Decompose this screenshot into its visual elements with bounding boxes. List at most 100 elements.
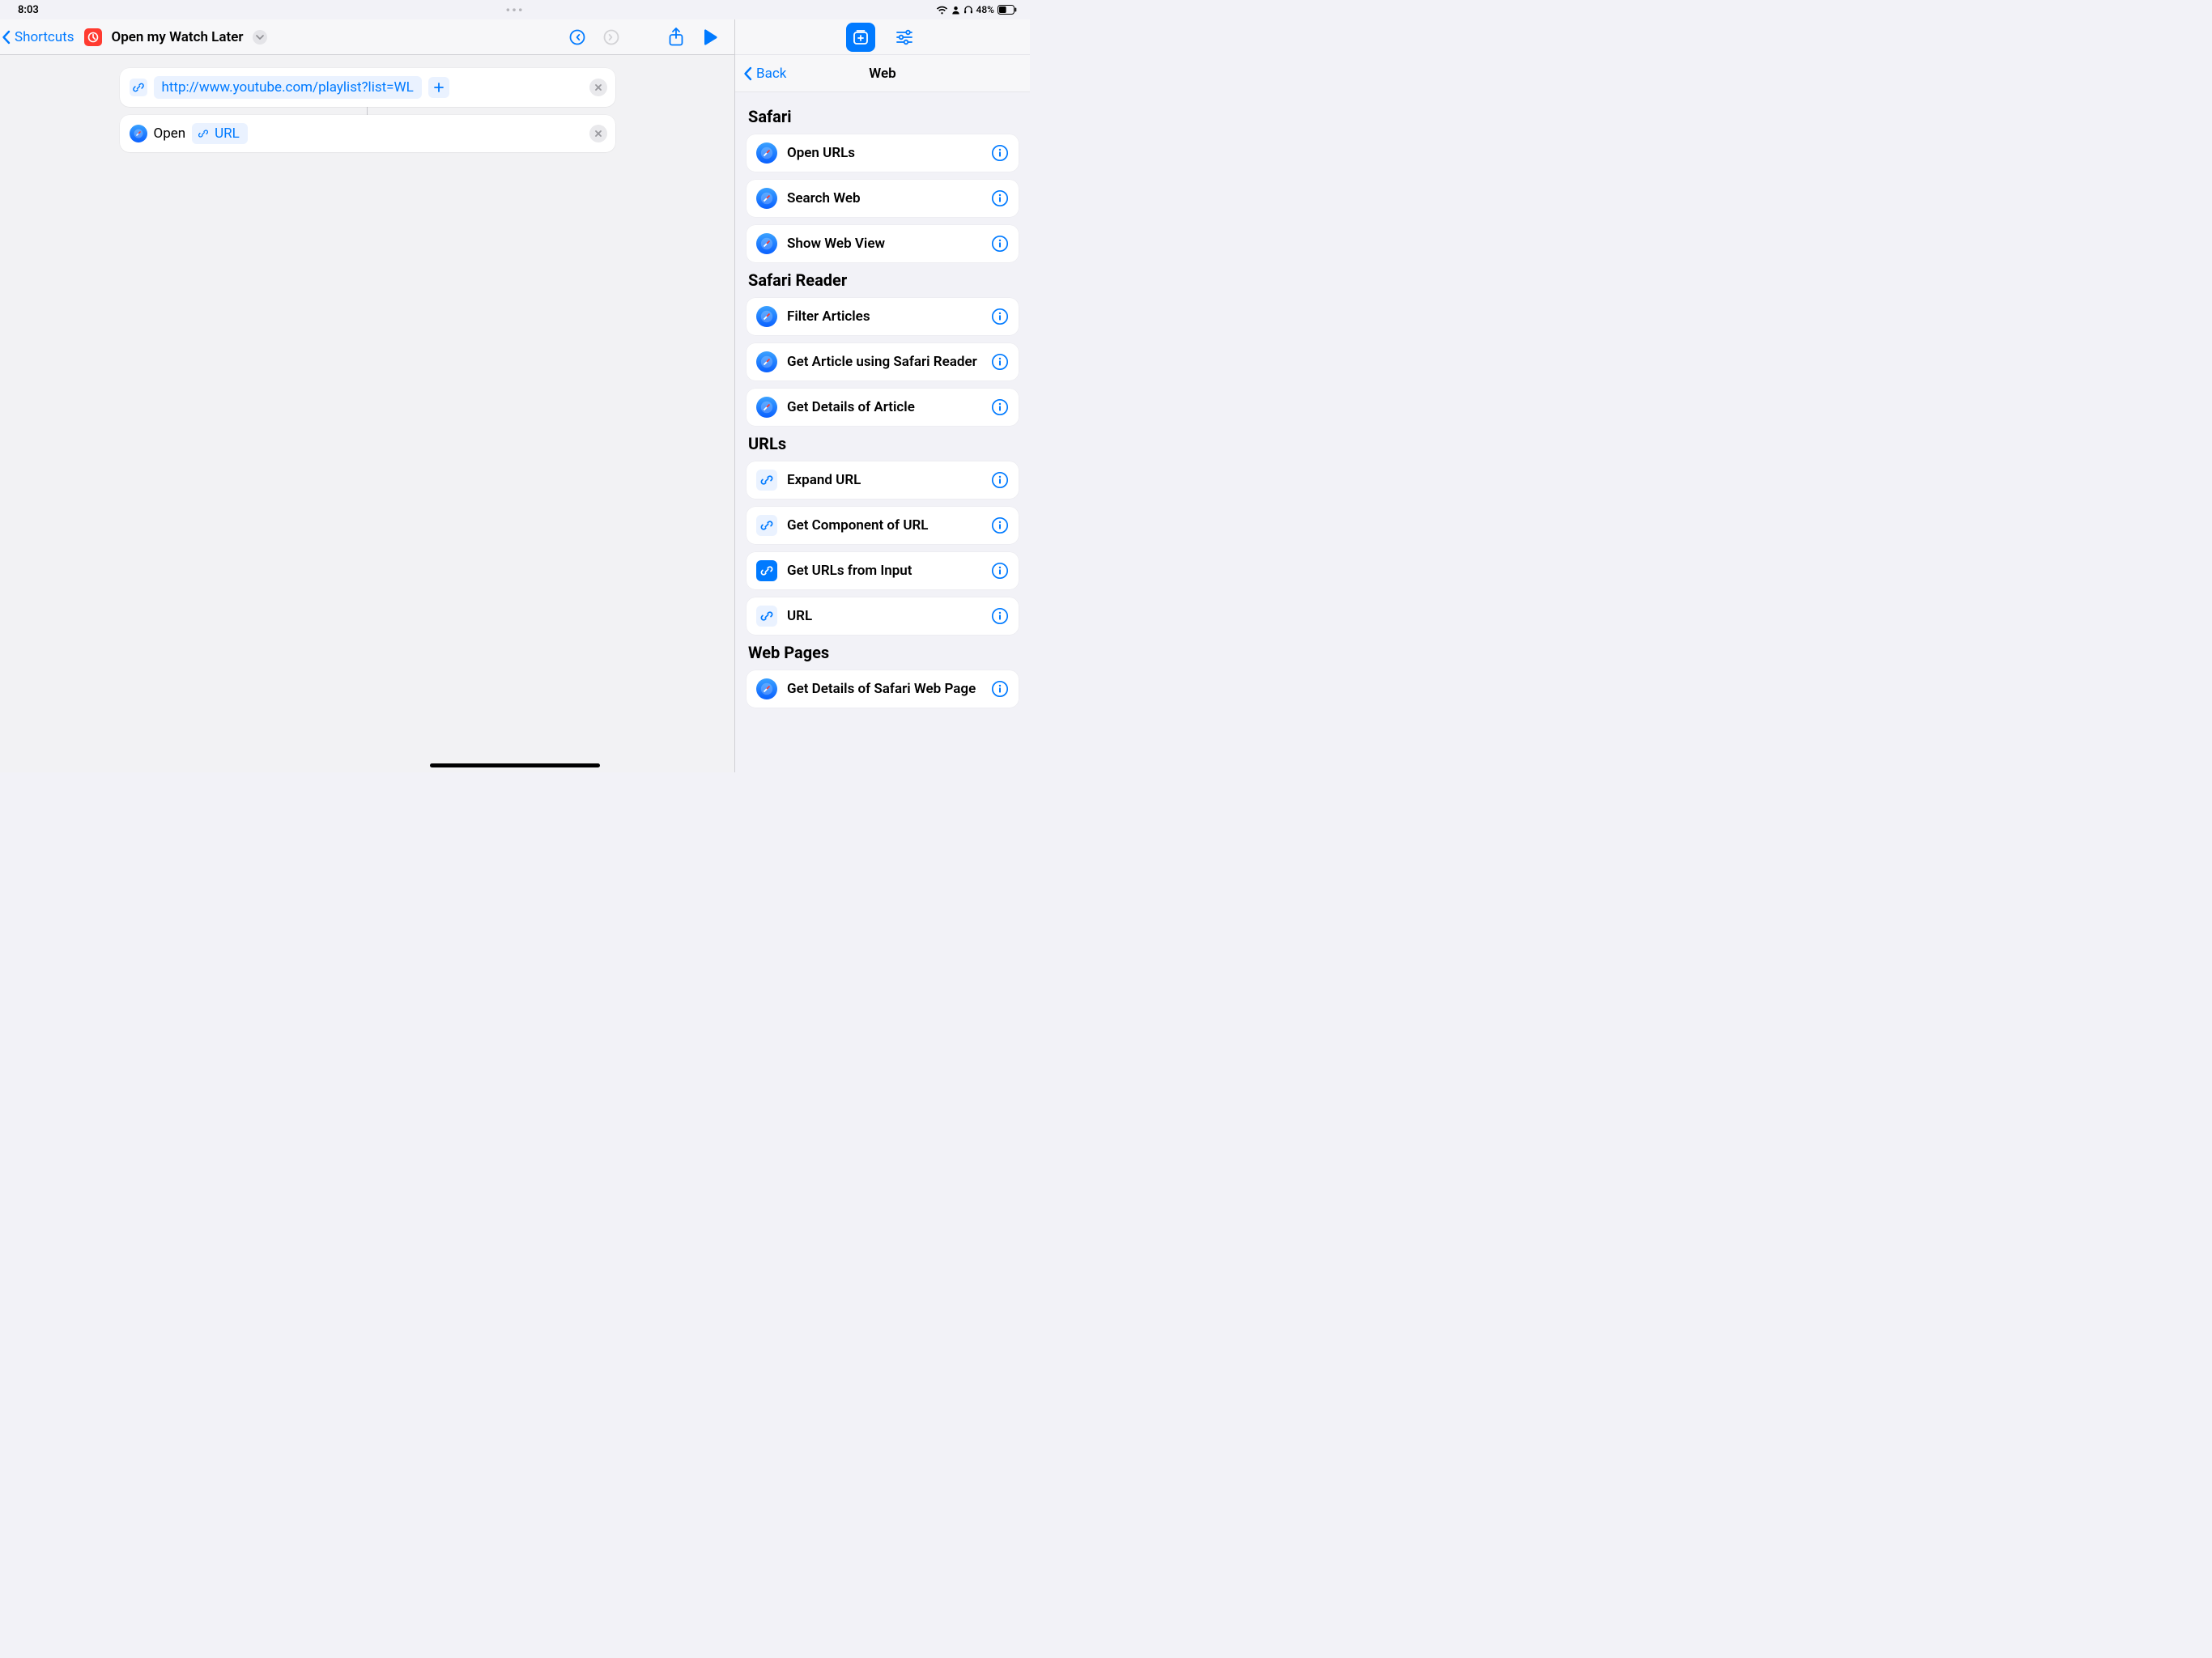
headphones-icon bbox=[963, 5, 973, 15]
sliders-icon bbox=[895, 29, 913, 45]
link-icon bbox=[756, 606, 777, 627]
action-library-item[interactable]: Expand URL bbox=[747, 461, 1019, 499]
library-icon bbox=[852, 28, 870, 46]
right-toolbar bbox=[735, 19, 1030, 55]
action-library-item[interactable]: Search Web bbox=[747, 180, 1019, 217]
action-library-item-label: Get Article using Safari Reader bbox=[787, 354, 991, 370]
plus-icon bbox=[433, 82, 445, 93]
info-button[interactable] bbox=[991, 144, 1009, 162]
safari-icon bbox=[756, 188, 777, 209]
safari-icon bbox=[756, 397, 777, 418]
redo-button[interactable] bbox=[597, 23, 626, 52]
panel-back-label: Back bbox=[756, 66, 786, 82]
home-indicator[interactable] bbox=[430, 763, 600, 767]
action-library-item[interactable]: Filter Articles bbox=[747, 298, 1019, 335]
status-right: 48% bbox=[936, 4, 1017, 15]
redo-icon bbox=[602, 28, 620, 46]
url-value-text: http://www.youtube.com/playlist?list=WL bbox=[162, 79, 414, 96]
action-library-item[interactable]: Get Article using Safari Reader bbox=[747, 343, 1019, 380]
add-url-button[interactable] bbox=[428, 77, 449, 98]
section-title: URLs bbox=[748, 434, 1017, 453]
delete-open-action-button[interactable] bbox=[589, 125, 607, 142]
action-connector bbox=[367, 107, 368, 115]
safari-icon bbox=[756, 142, 777, 164]
info-button[interactable] bbox=[991, 308, 1009, 325]
action-library-item[interactable]: Get Component of URL bbox=[747, 507, 1019, 544]
safari-icon bbox=[130, 125, 147, 142]
action-library-item-label: Get URLs from Input bbox=[787, 563, 991, 579]
action-library-item-label: URL bbox=[787, 608, 991, 624]
shortcut-menu-button[interactable] bbox=[253, 30, 267, 45]
safari-icon bbox=[756, 678, 777, 699]
action-library-item[interactable]: URL bbox=[747, 597, 1019, 635]
action-library-item-label: Open URLs bbox=[787, 145, 991, 161]
delete-url-action-button[interactable] bbox=[589, 79, 607, 96]
action-library-item-label: Get Component of URL bbox=[787, 517, 991, 534]
status-bar: 8:03 ••• 48% bbox=[0, 0, 1030, 19]
shortcut-app-icon bbox=[84, 28, 102, 46]
action-library-item[interactable]: Get Details of Safari Web Page bbox=[747, 670, 1019, 708]
battery-percent: 48% bbox=[976, 4, 994, 15]
section-title: Safari Reader bbox=[748, 270, 1017, 290]
info-button[interactable] bbox=[991, 680, 1009, 698]
chevron-down-icon bbox=[256, 35, 264, 40]
action-library-item[interactable]: Show Web View bbox=[747, 225, 1019, 262]
shortcut-editor[interactable]: http://www.youtube.com/playlist?list=WL … bbox=[0, 55, 734, 772]
undo-button[interactable] bbox=[563, 23, 592, 52]
panel-content[interactable]: Safari Open URLs Search Web Show Web View Sa… bbox=[735, 92, 1030, 772]
panel-nav: Back Web bbox=[735, 55, 1030, 92]
back-shortcuts-label: Shortcuts bbox=[15, 29, 74, 45]
wifi-icon bbox=[936, 6, 948, 15]
close-icon bbox=[594, 83, 602, 91]
chevron-left-icon bbox=[2, 29, 11, 45]
shortcut-settings-button[interactable] bbox=[890, 23, 919, 52]
info-button[interactable] bbox=[991, 398, 1009, 416]
close-icon bbox=[594, 130, 602, 138]
chevron-left-icon bbox=[743, 66, 753, 82]
panel-title: Web bbox=[869, 66, 895, 82]
link-icon bbox=[756, 470, 777, 491]
info-button[interactable] bbox=[991, 353, 1009, 371]
multitask-dots-icon[interactable]: ••• bbox=[505, 2, 524, 18]
url-variable-token[interactable]: URL bbox=[192, 123, 248, 144]
open-action-card[interactable]: Open URL bbox=[120, 115, 615, 152]
action-library-item-label: Search Web bbox=[787, 190, 991, 206]
play-icon bbox=[703, 29, 717, 45]
info-button[interactable] bbox=[991, 562, 1009, 580]
url-value-pill[interactable]: http://www.youtube.com/playlist?list=WL bbox=[154, 76, 422, 99]
section-title: Web Pages bbox=[748, 643, 1017, 662]
share-button[interactable] bbox=[661, 23, 691, 52]
action-library-item[interactable]: Open URLs bbox=[747, 134, 1019, 172]
link-icon bbox=[756, 515, 777, 536]
undo-icon bbox=[568, 28, 586, 46]
link-icon bbox=[197, 127, 210, 140]
info-button[interactable] bbox=[991, 471, 1009, 489]
info-button[interactable] bbox=[991, 517, 1009, 534]
action-library-item-label: Show Web View bbox=[787, 236, 991, 252]
info-button[interactable] bbox=[991, 189, 1009, 207]
action-library-item[interactable]: Get Details of Article bbox=[747, 389, 1019, 426]
action-library-item-label: Expand URL bbox=[787, 472, 991, 488]
run-button[interactable] bbox=[696, 23, 725, 52]
info-button[interactable] bbox=[991, 607, 1009, 625]
link-icon bbox=[130, 79, 147, 96]
left-toolbar: Shortcuts Open my Watch Later bbox=[0, 19, 734, 55]
back-shortcuts-button[interactable]: Shortcuts bbox=[2, 29, 74, 45]
url-action-card[interactable]: http://www.youtube.com/playlist?list=WL bbox=[120, 68, 615, 107]
link-icon bbox=[756, 560, 777, 581]
info-button[interactable] bbox=[991, 235, 1009, 253]
share-icon bbox=[668, 28, 684, 47]
action-library-item-label: Get Details of Safari Web Page bbox=[787, 681, 991, 697]
action-library-item[interactable]: Get URLs from Input bbox=[747, 552, 1019, 589]
action-library-button[interactable] bbox=[846, 23, 875, 52]
url-token-label: URL bbox=[215, 125, 240, 142]
shortcut-title: Open my Watch Later bbox=[112, 29, 244, 45]
action-library-item-label: Filter Articles bbox=[787, 308, 991, 325]
section-title: Safari bbox=[748, 107, 1017, 126]
panel-back-button[interactable]: Back bbox=[743, 66, 786, 82]
safari-icon bbox=[756, 233, 777, 254]
person-icon bbox=[951, 6, 960, 15]
action-library-item-label: Get Details of Article bbox=[787, 399, 991, 415]
safari-icon bbox=[756, 306, 777, 327]
battery-icon bbox=[998, 5, 1017, 15]
